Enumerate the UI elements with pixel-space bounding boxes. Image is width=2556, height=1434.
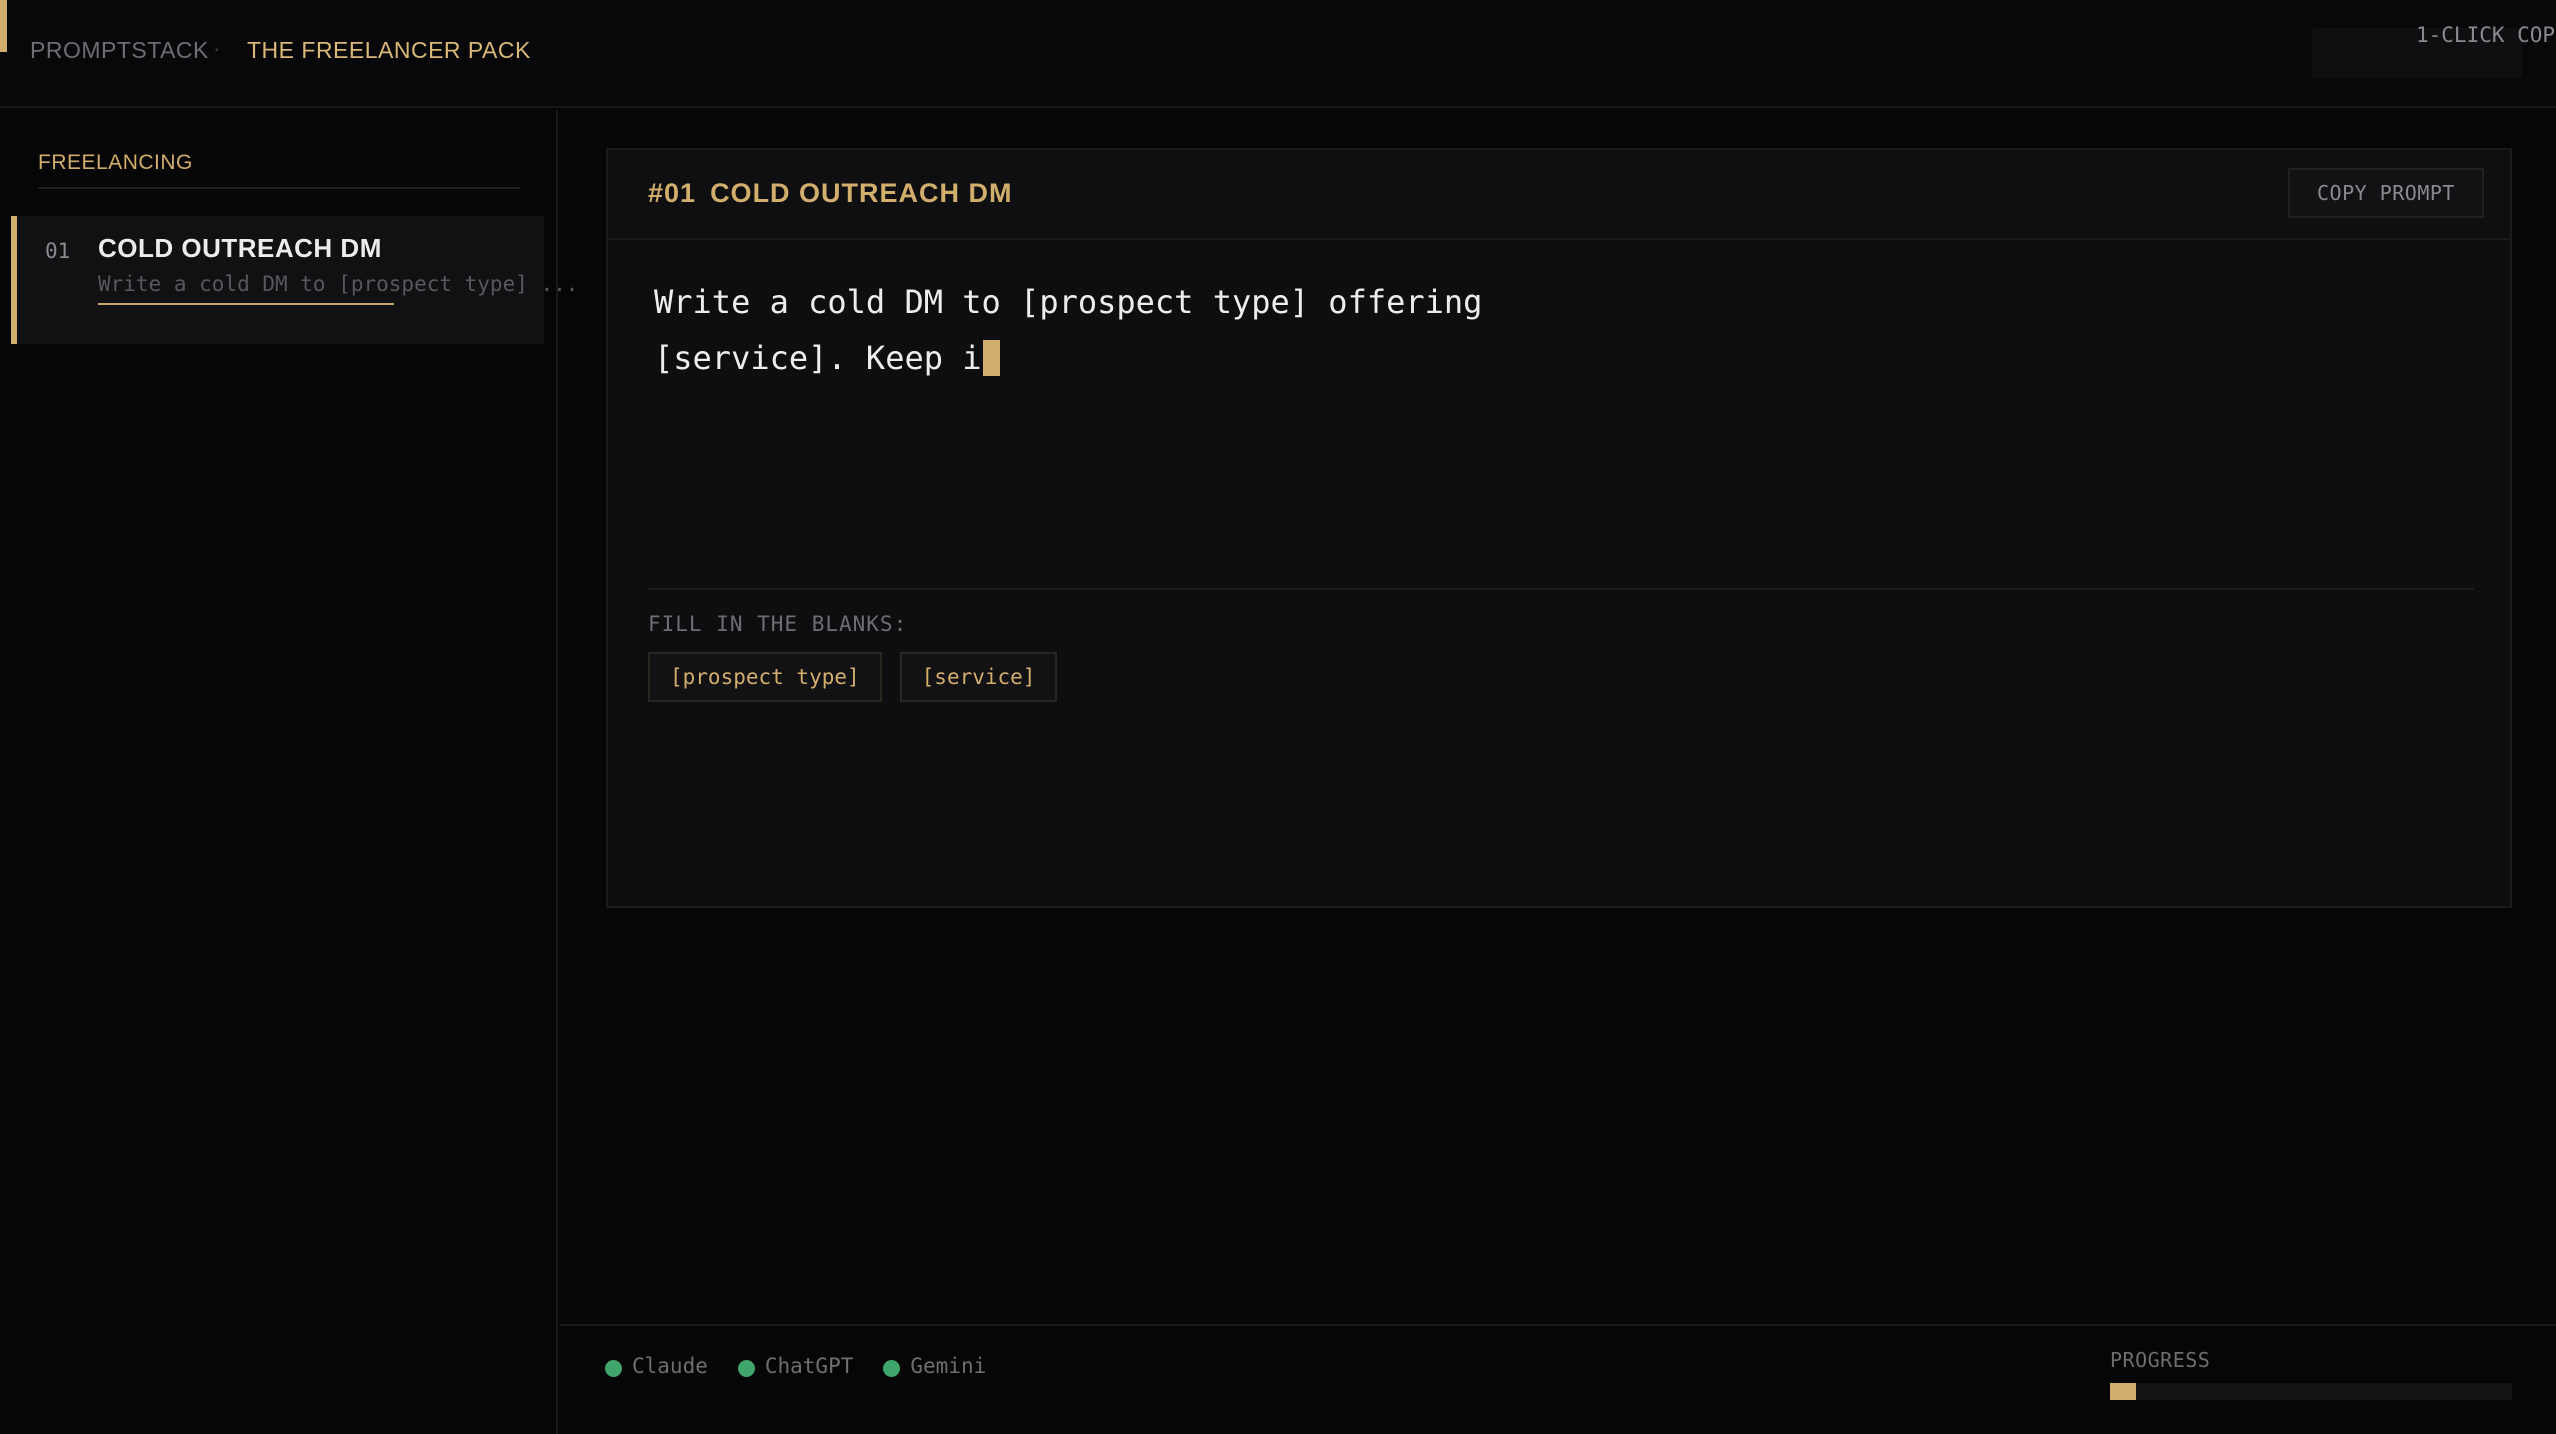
fill-in-blanks-label: FILL IN THE BLANKS: [648, 612, 908, 636]
one-click-copy-label[interactable]: 1-CLICK COP [2416, 23, 2555, 47]
prompt-title-text: COLD OUTREACH DM [710, 178, 1013, 208]
progress-bar-fill [2110, 1383, 2137, 1400]
footer-bar: Claude ChatGPT Gemini PROGRESS [560, 1324, 2556, 1434]
sidebar-item-cold-outreach-dm[interactable]: 01 COLD OUTREACH DM Write a cold DM to [… [11, 216, 578, 344]
active-indicator [11, 216, 17, 344]
prompt-body-text: Write a cold DM to [prospect type] offer… [654, 283, 1483, 377]
copy-prompt-button[interactable]: COPY PROMPT [2288, 168, 2484, 218]
card-divider [648, 588, 2474, 590]
status-dot-icon [737, 1359, 755, 1377]
sidebar-divider [38, 187, 520, 189]
model-name: Claude [632, 1354, 708, 1378]
progress-bar [2110, 1383, 2512, 1400]
model-claude: Claude [605, 1354, 708, 1378]
blank-chips: [prospect type] [service] [648, 652, 1058, 702]
model-name: ChatGPT [764, 1354, 854, 1378]
blank-chip-prospect-type[interactable]: [prospect type] [648, 652, 882, 702]
model-list: Claude ChatGPT Gemini [605, 1354, 986, 1378]
typing-cursor [982, 340, 1000, 376]
app-window: PROMPTSTACK · THE FREELANCER PACK 1-CLIC… [0, 0, 2556, 1434]
sidebar-item-preview: Write a cold DM to [prospect type] ... [98, 272, 579, 296]
sidebar-item-underline [98, 303, 394, 305]
breadcrumb-separator: · [213, 35, 221, 61]
prompt-body[interactable]: Write a cold DM to [prospect type] offer… [654, 274, 1654, 386]
sidebar-item-title: COLD OUTREACH DM [98, 233, 382, 263]
model-chatgpt: ChatGPT [737, 1354, 854, 1378]
prompt-card: #01 COLD OUTREACH DM COPY PROMPT Write a … [606, 148, 2512, 908]
top-accent-bar [0, 0, 7, 52]
sidebar-item-number: 01 [45, 239, 71, 263]
status-dot-icon [883, 1359, 901, 1377]
status-dot-icon [605, 1359, 622, 1377]
breadcrumb-current: THE FREELANCER PACK [247, 37, 531, 63]
sidebar-category-heading: FREELANCING [38, 151, 193, 174]
top-bar: PROMPTSTACK · THE FREELANCER PACK 1-CLIC… [0, 0, 2556, 108]
model-gemini: Gemini [883, 1354, 986, 1378]
blank-chip-service[interactable]: [service] [899, 652, 1058, 702]
breadcrumb-root[interactable]: PROMPTSTACK [30, 37, 209, 64]
model-name: Gemini [910, 1354, 987, 1378]
progress-label: PROGRESS [2110, 1348, 2211, 1372]
prompt-card-header: #01 COLD OUTREACH DM COPY PROMPT [608, 150, 2510, 240]
prompt-number: #01 [648, 178, 697, 208]
sidebar: FREELANCING 01 COLD OUTREACH DM Write a … [0, 110, 578, 1434]
prompt-title: #01 COLD OUTREACH DM [648, 178, 1013, 209]
